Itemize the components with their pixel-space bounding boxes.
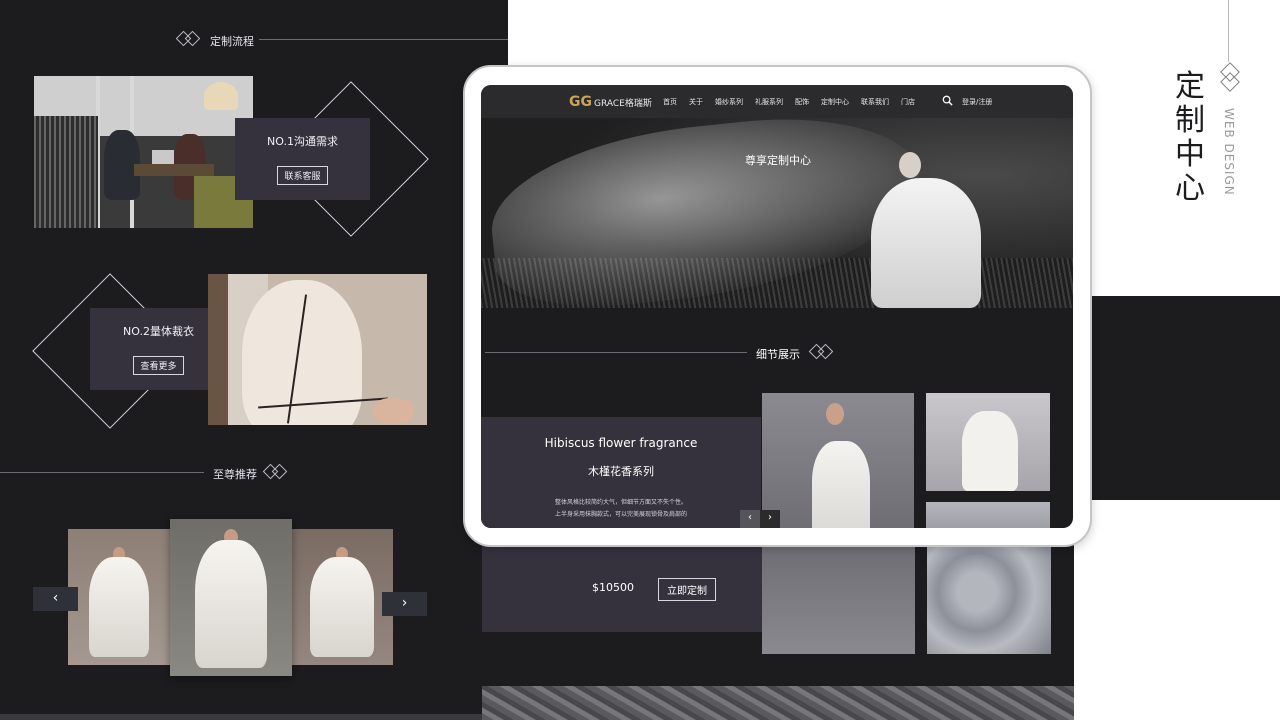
chevron-right-icon[interactable]: › bbox=[760, 510, 780, 528]
detail-image-back[interactable] bbox=[926, 393, 1050, 491]
promo-card: Hibiscus flower fragrance 木槿花香系列 整体风格比较简… bbox=[481, 417, 761, 528]
customize-now-button[interactable]: 立即定制 bbox=[658, 578, 716, 601]
nav-item-stores[interactable]: 门店 bbox=[901, 97, 915, 107]
view-more-button[interactable]: 查看更多 bbox=[133, 356, 184, 375]
carousel-image-right[interactable] bbox=[291, 529, 393, 665]
site-logo[interactable]: GG GRACE格瑞斯 bbox=[569, 94, 652, 110]
meeting-photo bbox=[34, 76, 253, 228]
fabric-detail-image bbox=[927, 530, 1051, 654]
contact-service-button[interactable]: 联系客服 bbox=[277, 166, 328, 185]
nav-item-home[interactable]: 首页 bbox=[663, 97, 677, 107]
section-title-process: 定制流程 bbox=[210, 35, 254, 48]
right-dark-strip bbox=[1092, 296, 1280, 500]
site-nav: GG GRACE格瑞斯 首页 关于 婚纱系列 礼服系列 配饰 定制中心 联系我们… bbox=[481, 85, 1073, 118]
detail-image-fabric[interactable] bbox=[926, 502, 1050, 528]
diamond-pair-icon bbox=[808, 343, 838, 360]
nav-item-accessories[interactable]: 配饰 bbox=[795, 97, 809, 107]
carousel-prev-button[interactable]: ‹ bbox=[33, 587, 78, 611]
divider-line bbox=[259, 39, 508, 40]
promo-desc-line: 整体风格比较简约大气，但细节方面又不失个性。 bbox=[554, 499, 687, 506]
divider-line bbox=[485, 352, 747, 353]
decor-line bbox=[1228, 0, 1229, 62]
nav-item-gown[interactable]: 礼服系列 bbox=[755, 97, 783, 107]
fabric-texture-strip bbox=[482, 686, 1074, 720]
logo-text: GRACE格瑞斯 bbox=[593, 98, 652, 109]
diamond-pair-icon bbox=[1219, 62, 1241, 102]
logo-mark-icon: GG bbox=[569, 94, 592, 110]
hero-banner: 尊享定制中心 bbox=[481, 118, 1073, 308]
chevron-left-icon[interactable]: ‹ bbox=[740, 510, 760, 528]
section-title-recommend: 至尊推荐 bbox=[213, 468, 257, 481]
detail-image-dress[interactable] bbox=[762, 393, 914, 528]
tablet-screen: GG GRACE格瑞斯 首页 关于 婚纱系列 礼服系列 配饰 定制中心 联系我们… bbox=[481, 85, 1073, 528]
hero-title: 尊享定制中心 bbox=[745, 154, 811, 167]
divider-line bbox=[0, 472, 204, 473]
bottom-bar bbox=[0, 714, 508, 720]
vertical-title: 定制中心 bbox=[1175, 69, 1205, 206]
promo-title-cn: 木槿花香系列 bbox=[588, 465, 654, 478]
step2-card: NO.2量体裁衣 查看更多 bbox=[90, 308, 227, 390]
step1-title: NO.1沟通需求 bbox=[267, 135, 338, 148]
promo-desc-line: 上半身采用抹胸款式，可以完美展现锁骨及肩部的 bbox=[554, 511, 687, 518]
step1-card: NO.1沟通需求 联系客服 bbox=[235, 118, 370, 200]
diamond-pair-icon bbox=[262, 463, 292, 480]
left-panel: 定制流程 NO.1沟通需求 联系客服 NO.2量体裁衣 查看更多 至尊推荐 ‹ … bbox=[0, 0, 508, 720]
detail-arrows: ‹ › bbox=[740, 510, 780, 528]
nav-item-custom[interactable]: 定制中心 bbox=[821, 97, 849, 107]
chevron-right-icon: › bbox=[401, 595, 408, 611]
vertical-subtitle: WEB DESIGN bbox=[1222, 108, 1236, 196]
promo-description: 整体风格比较简约大气，但细节方面又不失个性。 上半身采用抹胸款式，可以完美展现锁… bbox=[546, 497, 696, 521]
step2-title: NO.2量体裁衣 bbox=[123, 325, 194, 338]
login-link[interactable]: 登录/注册 bbox=[962, 97, 992, 107]
promo-title-en: Hibiscus flower fragrance bbox=[544, 436, 698, 450]
nav-menu: 首页 关于 婚纱系列 礼服系列 配饰 定制中心 联系我们 门店 bbox=[663, 97, 915, 107]
carousel-image-left[interactable] bbox=[68, 529, 170, 665]
nav-item-contact[interactable]: 联系我们 bbox=[861, 97, 889, 107]
detail-section-title: 细节展示 bbox=[756, 348, 800, 361]
carousel-next-button[interactable]: › bbox=[382, 592, 427, 616]
nav-item-wedding[interactable]: 婚纱系列 bbox=[715, 97, 743, 107]
dress-detail-image bbox=[762, 530, 915, 654]
carousel-image-center[interactable] bbox=[170, 519, 292, 676]
nav-item-about[interactable]: 关于 bbox=[689, 97, 703, 107]
mannequin-photo bbox=[208, 274, 427, 425]
search-icon[interactable] bbox=[942, 95, 953, 106]
chevron-left-icon: ‹ bbox=[52, 590, 59, 606]
diamond-pair-icon bbox=[175, 30, 205, 47]
price-label: $10500 bbox=[592, 581, 634, 594]
